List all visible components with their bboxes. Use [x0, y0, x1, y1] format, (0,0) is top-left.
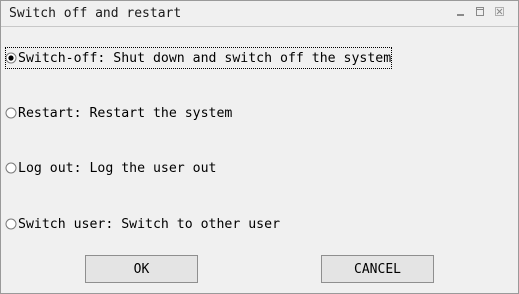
option-label: Switch user: Switch to other user	[18, 216, 281, 232]
option-log-out[interactable]: Log out: Log the user out	[5, 157, 218, 179]
option-label: Switch-off: Shut down and switch off the…	[18, 50, 392, 66]
option-label: Restart: Restart the system	[18, 105, 233, 121]
option-switch-off[interactable]: Switch-off: Shut down and switch off the…	[5, 47, 393, 69]
window-title: Switch off and restart	[9, 6, 182, 21]
dialog-content: Switch-off: Shut down and switch off the…	[1, 27, 518, 293]
minimize-icon[interactable]	[455, 6, 467, 18]
dialog-window: Switch off and restart Switch-off: Shut …	[0, 0, 519, 294]
title-bar: Switch off and restart	[1, 1, 518, 27]
maximize-icon[interactable]	[474, 6, 486, 18]
radio-unselected-icon[interactable]	[5, 162, 17, 174]
cancel-button[interactable]: CANCEL	[321, 255, 434, 283]
option-label: Log out: Log the user out	[18, 160, 217, 176]
close-icon[interactable]	[494, 6, 506, 18]
option-restart[interactable]: Restart: Restart the system	[5, 102, 233, 124]
radio-selected-icon[interactable]	[5, 52, 17, 64]
radio-unselected-icon[interactable]	[5, 107, 17, 119]
option-switch-user[interactable]: Switch user: Switch to other user	[5, 213, 281, 235]
radio-unselected-icon[interactable]	[5, 218, 17, 230]
ok-button[interactable]: OK	[85, 255, 198, 283]
